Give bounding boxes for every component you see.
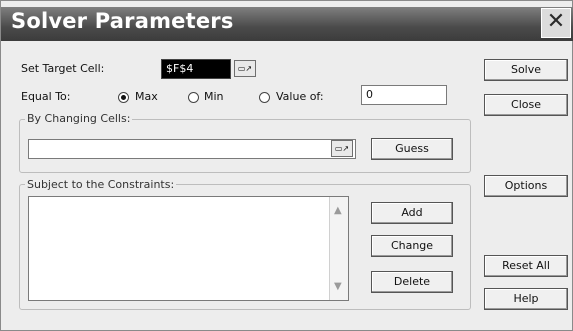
constraints-listbox[interactable]: ▲ ▼ xyxy=(28,196,349,301)
constraints-label: Subject to the Constraints: xyxy=(25,178,177,191)
equal-to-value-radio[interactable] xyxy=(259,92,270,103)
range-select-icon: ▭↗ xyxy=(237,64,253,73)
target-cell-label: Set Target Cell: xyxy=(21,62,105,75)
close-icon: ✕ xyxy=(546,9,566,34)
changing-cells-label: By Changing Cells: xyxy=(25,112,133,125)
title-bar[interactable]: Solver Parameters ✕ xyxy=(1,7,573,41)
chevron-up-icon[interactable]: ▲ xyxy=(334,205,342,216)
equal-to-label: Equal To: xyxy=(21,90,71,103)
guess-button[interactable]: Guess xyxy=(371,138,453,160)
target-cell-input[interactable]: $F$4 xyxy=(161,59,231,79)
constraints-scrollbar[interactable]: ▲ ▼ xyxy=(329,197,348,300)
changing-cells-refedit-button[interactable]: ▭↗ xyxy=(331,140,353,157)
chevron-down-icon[interactable]: ▼ xyxy=(334,281,342,292)
equal-to-min-label: Min xyxy=(204,90,224,103)
change-button[interactable]: Change xyxy=(371,235,453,257)
equal-to-value-label: Value of: xyxy=(276,90,324,103)
close-button[interactable]: Close xyxy=(484,94,568,116)
equal-to-min-radio[interactable] xyxy=(188,92,199,103)
help-button[interactable]: Help xyxy=(484,288,568,310)
reset-all-button[interactable]: Reset All xyxy=(484,255,568,277)
window-title: Solver Parameters xyxy=(11,9,234,33)
add-button[interactable]: Add xyxy=(371,202,453,224)
close-window-button[interactable]: ✕ xyxy=(541,8,571,38)
delete-button[interactable]: Delete xyxy=(371,271,453,293)
equal-to-max-radio[interactable] xyxy=(118,92,129,103)
solver-parameters-dialog: Solver Parameters ✕ Set Target Cell: $F$… xyxy=(0,0,573,331)
options-button[interactable]: Options xyxy=(484,175,568,197)
value-of-input[interactable]: 0 xyxy=(361,85,447,105)
equal-to-max-label: Max xyxy=(135,90,158,103)
range-select-icon: ▭↗ xyxy=(334,144,350,153)
solve-button[interactable]: Solve xyxy=(484,59,568,81)
changing-cells-input[interactable] xyxy=(28,139,356,159)
target-cell-refedit-button[interactable]: ▭↗ xyxy=(234,60,256,77)
